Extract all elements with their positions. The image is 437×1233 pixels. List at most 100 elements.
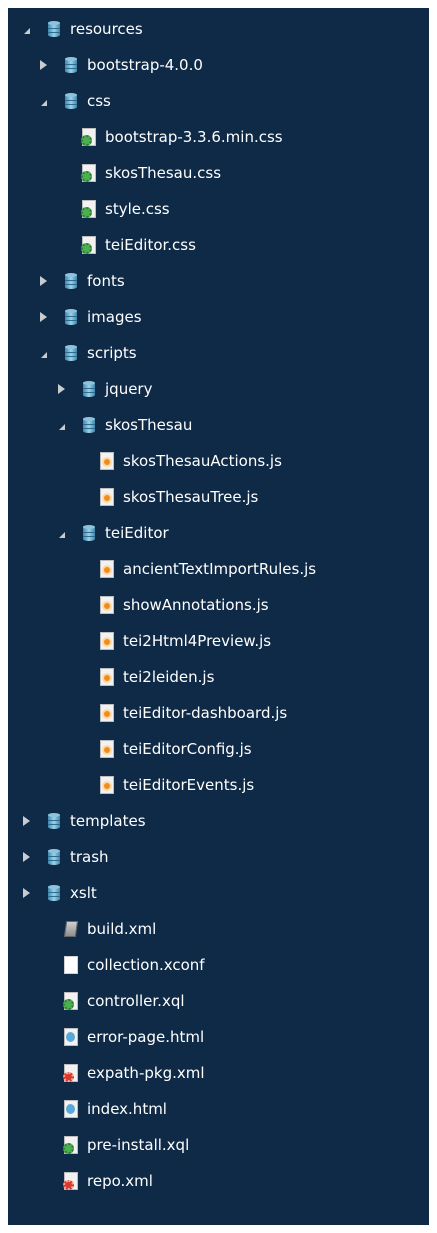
tree-folder-item[interactable]: trash	[8, 839, 429, 875]
tree-folder-item[interactable]: images	[8, 299, 429, 335]
tree-folder-item[interactable]: xslt	[8, 875, 429, 911]
tree-item-label: skosThesauTree.js	[123, 488, 259, 506]
js-file-icon	[99, 704, 115, 722]
tree-item-label: tei2leiden.js	[123, 668, 215, 686]
tree-item-label: build.xml	[87, 920, 157, 938]
expanded-arrow-icon[interactable]	[37, 95, 49, 107]
tree-item-label: skosThesauActions.js	[123, 452, 282, 470]
js-file-icon	[99, 488, 115, 506]
collapsed-arrow-icon[interactable]	[37, 275, 49, 287]
collapsed-arrow-icon[interactable]	[20, 851, 32, 863]
tree-file-item[interactable]: teiEditor.css	[8, 227, 429, 263]
collapsed-arrow-icon[interactable]	[20, 815, 32, 827]
tree-item-label: repo.xml	[87, 1172, 153, 1190]
tree-item-label: tei2Html4Preview.js	[123, 632, 272, 650]
tree-item-label: skosThesau.css	[105, 164, 222, 182]
css-file-icon	[81, 200, 97, 218]
folder-icon	[81, 380, 97, 398]
tree-file-item[interactable]: error-page.html	[8, 1019, 429, 1055]
folder-icon	[46, 848, 62, 866]
tree-item-label: collection.xconf	[87, 956, 205, 974]
tree-item-label: trash	[70, 848, 109, 866]
tree-file-item[interactable]: bootstrap-3.3.6.min.css	[8, 119, 429, 155]
tree-folder-item[interactable]: jquery	[8, 371, 429, 407]
folder-icon	[63, 344, 79, 362]
folder-icon	[63, 92, 79, 110]
xml-file-icon	[63, 1172, 79, 1190]
tree-item-label: teiEditorConfig.js	[123, 740, 252, 758]
tree-item-label: pre-install.xql	[87, 1136, 190, 1154]
folder-icon	[46, 812, 62, 830]
tree-item-label: index.html	[87, 1100, 167, 1118]
tree-file-item[interactable]: teiEditorConfig.js	[8, 731, 429, 767]
tree-item-label: templates	[70, 812, 146, 830]
tree-folder-item[interactable]: resources	[8, 11, 429, 47]
js-file-icon	[99, 596, 115, 614]
folder-icon	[81, 416, 97, 434]
expanded-arrow-icon[interactable]	[20, 23, 32, 35]
tree-folder-item[interactable]: skosThesau	[8, 407, 429, 443]
folder-icon	[46, 884, 62, 902]
tree-folder-item[interactable]: css	[8, 83, 429, 119]
expanded-arrow-icon[interactable]	[55, 527, 67, 539]
tree-file-item[interactable]: skosThesauActions.js	[8, 443, 429, 479]
tree-item-label: fonts	[87, 272, 125, 290]
tree-file-item[interactable]: build.xml	[8, 911, 429, 947]
tree-file-item[interactable]: skosThesau.css	[8, 155, 429, 191]
folder-icon	[63, 308, 79, 326]
tree-file-item[interactable]: tei2Html4Preview.js	[8, 623, 429, 659]
css-file-icon	[81, 164, 97, 182]
tree-folder-item[interactable]: teiEditor	[8, 515, 429, 551]
js-file-icon	[99, 632, 115, 650]
html-file-icon	[63, 1028, 79, 1046]
tree-file-item[interactable]: ancientTextImportRules.js	[8, 551, 429, 587]
tree-folder-item[interactable]: templates	[8, 803, 429, 839]
css-file-icon	[81, 236, 97, 254]
js-file-icon	[99, 668, 115, 686]
tree-file-item[interactable]: index.html	[8, 1091, 429, 1127]
tree-item-label: style.css	[105, 200, 170, 218]
tree-folder-item[interactable]: fonts	[8, 263, 429, 299]
ant-build-file-icon	[63, 920, 79, 938]
collapsed-arrow-icon[interactable]	[55, 383, 67, 395]
blank-file-icon	[63, 956, 79, 974]
expanded-arrow-icon[interactable]	[37, 347, 49, 359]
tree-file-item[interactable]: controller.xql	[8, 983, 429, 1019]
tree-item-label: expath-pkg.xml	[87, 1064, 205, 1082]
tree-item-label: skosThesau	[105, 416, 193, 434]
tree-file-item[interactable]: tei2leiden.js	[8, 659, 429, 695]
tree-file-item[interactable]: repo.xml	[8, 1163, 429, 1199]
xml-file-icon	[63, 1064, 79, 1082]
xquery-file-icon	[63, 1136, 79, 1154]
tree-item-label: teiEditor	[105, 524, 169, 542]
tree-file-item[interactable]: teiEditor-dashboard.js	[8, 695, 429, 731]
js-file-icon	[99, 776, 115, 794]
expanded-arrow-icon[interactable]	[55, 419, 67, 431]
collapsed-arrow-icon[interactable]	[37, 311, 49, 323]
html-file-icon	[63, 1100, 79, 1118]
tree-item-label: error-page.html	[87, 1028, 205, 1046]
tree-item-label: showAnnotations.js	[123, 596, 269, 614]
tree-item-label: ancientTextImportRules.js	[123, 560, 317, 578]
tree-file-item[interactable]: showAnnotations.js	[8, 587, 429, 623]
tree-item-label: teiEditor.css	[105, 236, 196, 254]
folder-icon	[81, 524, 97, 542]
tree-file-item[interactable]: style.css	[8, 191, 429, 227]
collapsed-arrow-icon[interactable]	[20, 887, 32, 899]
tree-file-item[interactable]: collection.xconf	[8, 947, 429, 983]
file-tree-panel: resources bootstrap-4.0.0 css bootstrap-3.3…	[8, 8, 429, 1225]
tree-file-item[interactable]: expath-pkg.xml	[8, 1055, 429, 1091]
js-file-icon	[99, 740, 115, 758]
collapsed-arrow-icon[interactable]	[37, 59, 49, 71]
js-file-icon	[99, 452, 115, 470]
tree-folder-item[interactable]: bootstrap-4.0.0	[8, 47, 429, 83]
xquery-file-icon	[63, 992, 79, 1010]
folder-icon	[46, 20, 62, 38]
tree-item-label: xslt	[70, 884, 97, 902]
tree-item-label: controller.xql	[87, 992, 185, 1010]
tree-file-item[interactable]: pre-install.xql	[8, 1127, 429, 1163]
tree-item-label: bootstrap-3.3.6.min.css	[105, 128, 283, 146]
tree-folder-item[interactable]: scripts	[8, 335, 429, 371]
tree-file-item[interactable]: teiEditorEvents.js	[8, 767, 429, 803]
tree-file-item[interactable]: skosThesauTree.js	[8, 479, 429, 515]
